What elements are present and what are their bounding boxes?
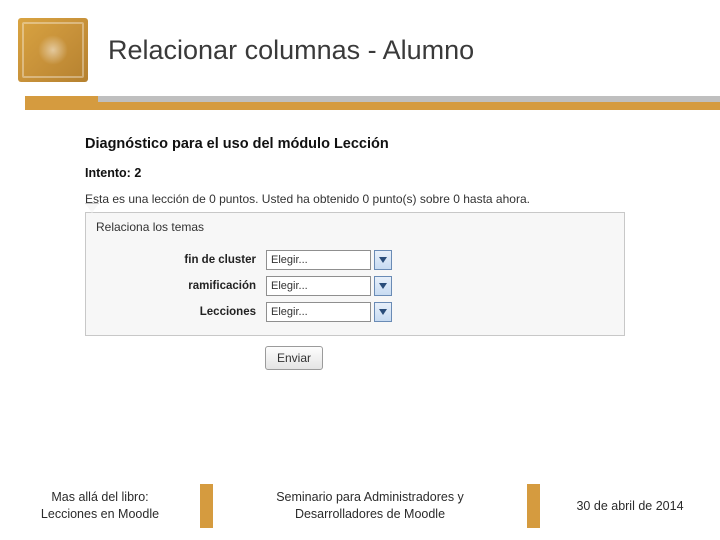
panel-tab-icon — [85, 203, 99, 213]
unam-logo — [18, 18, 88, 82]
attempt-number: 2 — [134, 166, 141, 180]
footer: Mas allá del libro: Lecciones en Moodle … — [0, 484, 720, 528]
dropdown-button[interactable] — [374, 276, 392, 296]
footer-mid-line1: Seminario para Administradores y — [223, 489, 517, 506]
footer-date: 30 de abril de 2014 — [550, 498, 710, 515]
dropdown-button[interactable] — [374, 250, 392, 270]
chevron-down-icon — [379, 283, 387, 289]
match-row: Lecciones Elegir... — [86, 299, 624, 325]
match-select[interactable]: Elegir... — [266, 302, 371, 322]
footer-mid-line2: Desarrolladores de Moodle — [223, 506, 517, 523]
match-row: fin de cluster Elegir... — [86, 247, 624, 273]
match-row: ramificación Elegir... — [86, 273, 624, 299]
footer-separator — [200, 484, 213, 528]
footer-left: Mas allá del libro: Lecciones en Moodle — [0, 489, 200, 523]
match-label: ramificación — [86, 280, 266, 292]
footer-left-line1: Mas allá del libro: — [10, 489, 190, 506]
match-label: fin de cluster — [86, 254, 266, 266]
dropdown-button[interactable] — [374, 302, 392, 322]
footer-left-line2: Lecciones en Moodle — [10, 506, 190, 523]
match-label: Lecciones — [86, 306, 266, 318]
page-title: Relacionar columnas - Alumno — [108, 35, 474, 66]
match-select[interactable]: Elegir... — [266, 276, 371, 296]
score-description: Esta es una lección de 0 puntos. Usted h… — [85, 192, 680, 206]
diagnostic-title: Diagnóstico para el uso del módulo Lecci… — [85, 136, 680, 152]
divider-bar — [0, 96, 720, 114]
footer-right: 30 de abril de 2014 — [540, 498, 720, 515]
attempt-label: Intento: — [85, 166, 131, 180]
submit-button[interactable]: Enviar — [265, 346, 323, 370]
chevron-down-icon — [379, 257, 387, 263]
panel-heading: Relaciona los temas — [86, 213, 624, 241]
footer-separator — [527, 484, 540, 528]
footer-middle: Seminario para Administradores y Desarro… — [213, 489, 527, 523]
match-select[interactable]: Elegir... — [266, 250, 371, 270]
matching-panel: Relaciona los temas fin de cluster Elegi… — [85, 212, 625, 336]
attempt-line: Intento: 2 — [85, 166, 680, 180]
chevron-down-icon — [379, 309, 387, 315]
